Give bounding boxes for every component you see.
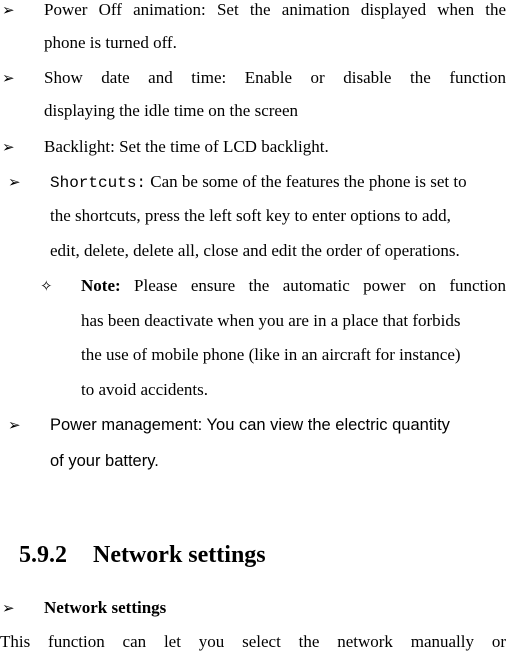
subsection-title: Network settings: [44, 598, 167, 617]
note-line-3: the use of mobile phone (like in an airc…: [81, 345, 461, 364]
arrowhead-bullet-icon: ➢: [2, 69, 15, 87]
note-line-4: to avoid accidents.: [81, 380, 208, 399]
note-term: Note:: [81, 276, 121, 295]
body-paragraph-line: This function can let you select the net…: [0, 632, 506, 651]
section-title: Network settings: [93, 542, 266, 568]
item-power-mgmt-line-1: Power management: You can view the elect…: [50, 416, 450, 434]
arrowhead-bullet-icon: ➢: [8, 173, 21, 191]
arrowhead-bullet-icon: ➢: [8, 416, 21, 434]
section-heading: 5.9.2 Network settings: [19, 541, 266, 569]
item-show-date-line-1: Show date and time: Enable or disable th…: [44, 68, 506, 87]
note-text: Please ensure the automatic power on fun…: [120, 276, 506, 295]
item-power-off-line-1: Power Off animation: Set the animation d…: [44, 0, 506, 19]
diamond-star-bullet-icon: ✧: [40, 277, 53, 295]
item-shortcuts-line-2: the shortcuts, press the left soft key t…: [50, 206, 451, 225]
arrowhead-bullet-icon: ➢: [2, 599, 15, 617]
item-shortcuts-line-1: Shortcuts: Can be some of the features t…: [50, 172, 467, 193]
section-number: 5.9.2: [19, 542, 67, 568]
item-show-date-line-2: displaying the idle time on the screen: [44, 101, 298, 120]
note-line-1: Note: Please ensure the automatic power …: [81, 276, 506, 296]
arrowhead-bullet-icon: ➢: [2, 1, 15, 19]
note-line-2: has been deactivate when you are in a pl…: [81, 311, 461, 330]
shortcuts-term: Shortcuts:: [50, 174, 147, 192]
item-shortcuts-line-3: edit, delete, delete all, close and edit…: [50, 241, 460, 260]
shortcuts-text: Can be some of the features the phone is…: [146, 172, 467, 191]
item-backlight-line-1: Backlight: Set the time of LCD backlight…: [44, 137, 329, 156]
item-power-off-line-2: phone is turned off.: [44, 33, 177, 52]
arrowhead-bullet-icon: ➢: [2, 138, 15, 156]
item-power-mgmt-line-2: of your battery.: [50, 452, 159, 470]
